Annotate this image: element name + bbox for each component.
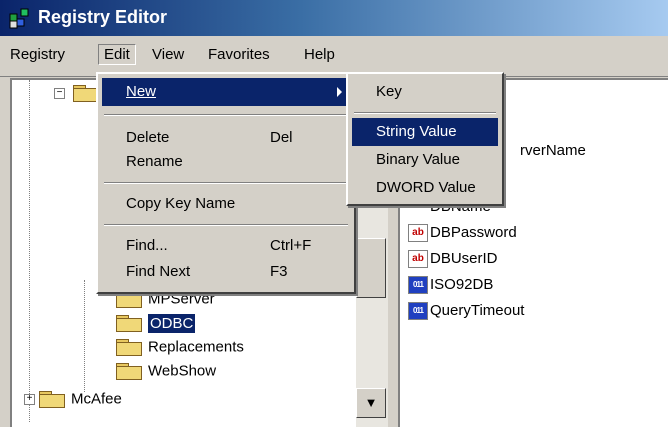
binary-value-icon: 011 [408,276,428,295]
tree-item-webshow[interactable]: WebShow [116,362,216,384]
menu-separator [354,112,496,114]
menu-item-find-next[interactable]: Find Next F3 [102,258,350,286]
menu-separator [104,182,348,184]
scroll-down-arrow-icon[interactable]: ▼ [356,388,386,418]
selected-key-label: ODBC [148,313,196,333]
value-row[interactable]: 011 ISO92DB [408,276,493,300]
menu-edit[interactable]: Edit [98,44,136,65]
folder-icon [116,339,142,357]
string-value-icon: ab [408,224,428,243]
folder-icon [116,363,142,381]
menu-bar: Registry Edit View Favorites Help [0,36,668,77]
menu-item-new[interactable]: New [102,78,350,106]
menu-separator [104,224,348,226]
menu-view[interactable]: View [152,46,184,63]
menu-help[interactable]: Help [304,46,335,63]
menu-item-copy-key-name[interactable]: Copy Key Name [102,190,350,218]
open-folder-icon [116,315,142,333]
expand-icon[interactable]: + [24,393,35,405]
title-bar[interactable]: Registry Editor [0,0,668,36]
folder-icon [39,391,65,409]
submenu-item-key[interactable]: Key [352,78,498,106]
tree-item-mcafee[interactable]: + McAfee [24,390,122,412]
edit-menu: New Delete Del Rename Copy Key Name Find… [96,72,356,294]
menu-item-find[interactable]: Find... Ctrl+F [102,232,350,260]
menu-favorites[interactable]: Favorites [208,46,270,63]
submenu-item-dword-value[interactable]: DWORD Value [352,174,498,202]
tree-connector [84,280,85,392]
registry-editor-icon [9,8,29,29]
value-row[interactable]: 011 QueryTimeout [408,302,524,326]
string-value-icon: ab [408,250,428,269]
collapse-icon[interactable]: − [54,87,65,99]
menu-separator [104,114,348,116]
value-row-partial[interactable]: rverName [520,142,586,166]
value-row[interactable]: ab DBPassword [408,224,517,248]
submenu-item-binary-value[interactable]: Binary Value [352,146,498,174]
binary-value-icon: 011 [408,302,428,321]
scroll-thumb[interactable] [356,238,386,298]
menu-registry[interactable]: Registry [10,46,65,63]
submenu-arrow-icon [337,87,342,97]
tree-item-odbc[interactable]: ODBC [116,313,196,336]
tree-item-replacements[interactable]: Replacements [116,338,244,360]
tree-connector [29,80,30,422]
value-row[interactable]: ab DBUserID [408,250,498,274]
window-title: Registry Editor [38,7,168,27]
menu-item-rename[interactable]: Rename [102,148,350,176]
submenu-item-string-value[interactable]: String Value [352,118,498,146]
new-submenu: Key String Value Binary Value DWORD Valu… [346,72,504,206]
